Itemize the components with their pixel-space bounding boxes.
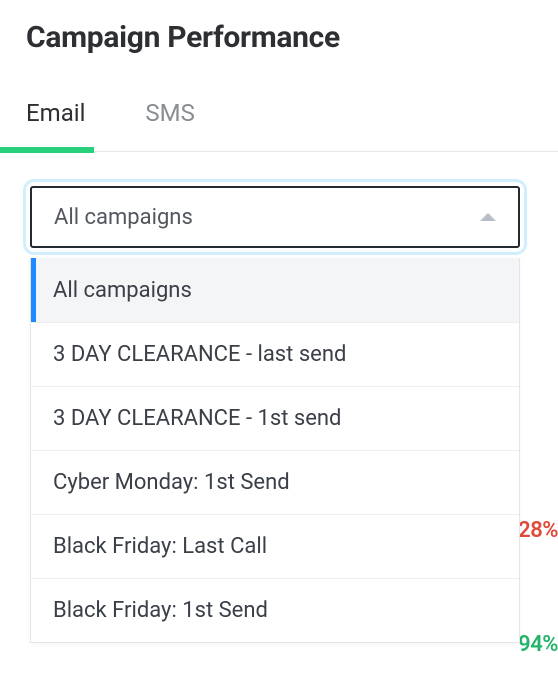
page-title: Campaign Performance <box>26 20 558 55</box>
option-black-friday-first[interactable]: Black Friday: 1st Send <box>31 578 519 642</box>
option-3day-clearance-first[interactable]: 3 DAY CLEARANCE - 1st send <box>31 386 519 450</box>
campaign-dropdown: All campaigns 3 DAY CLEARANCE - last sen… <box>30 258 520 643</box>
option-black-friday-last-call[interactable]: Black Friday: Last Call <box>31 514 519 578</box>
campaign-select[interactable]: All campaigns <box>30 186 520 248</box>
campaign-select-wrapper: All campaigns <box>26 182 524 252</box>
chevron-up-icon <box>480 213 496 221</box>
tab-email[interactable]: Email <box>26 101 85 151</box>
option-cyber-monday-first[interactable]: Cyber Monday: 1st Send <box>31 450 519 514</box>
channel-tabs: Email SMS <box>26 101 558 152</box>
background-stat-red: 28% <box>518 518 558 543</box>
tab-sms[interactable]: SMS <box>145 101 194 151</box>
campaign-select-value: All campaigns <box>54 205 193 230</box>
option-all-campaigns[interactable]: All campaigns <box>31 258 519 322</box>
option-3day-clearance-last[interactable]: 3 DAY CLEARANCE - last send <box>31 322 519 386</box>
background-stat-green: 94% <box>518 632 558 657</box>
